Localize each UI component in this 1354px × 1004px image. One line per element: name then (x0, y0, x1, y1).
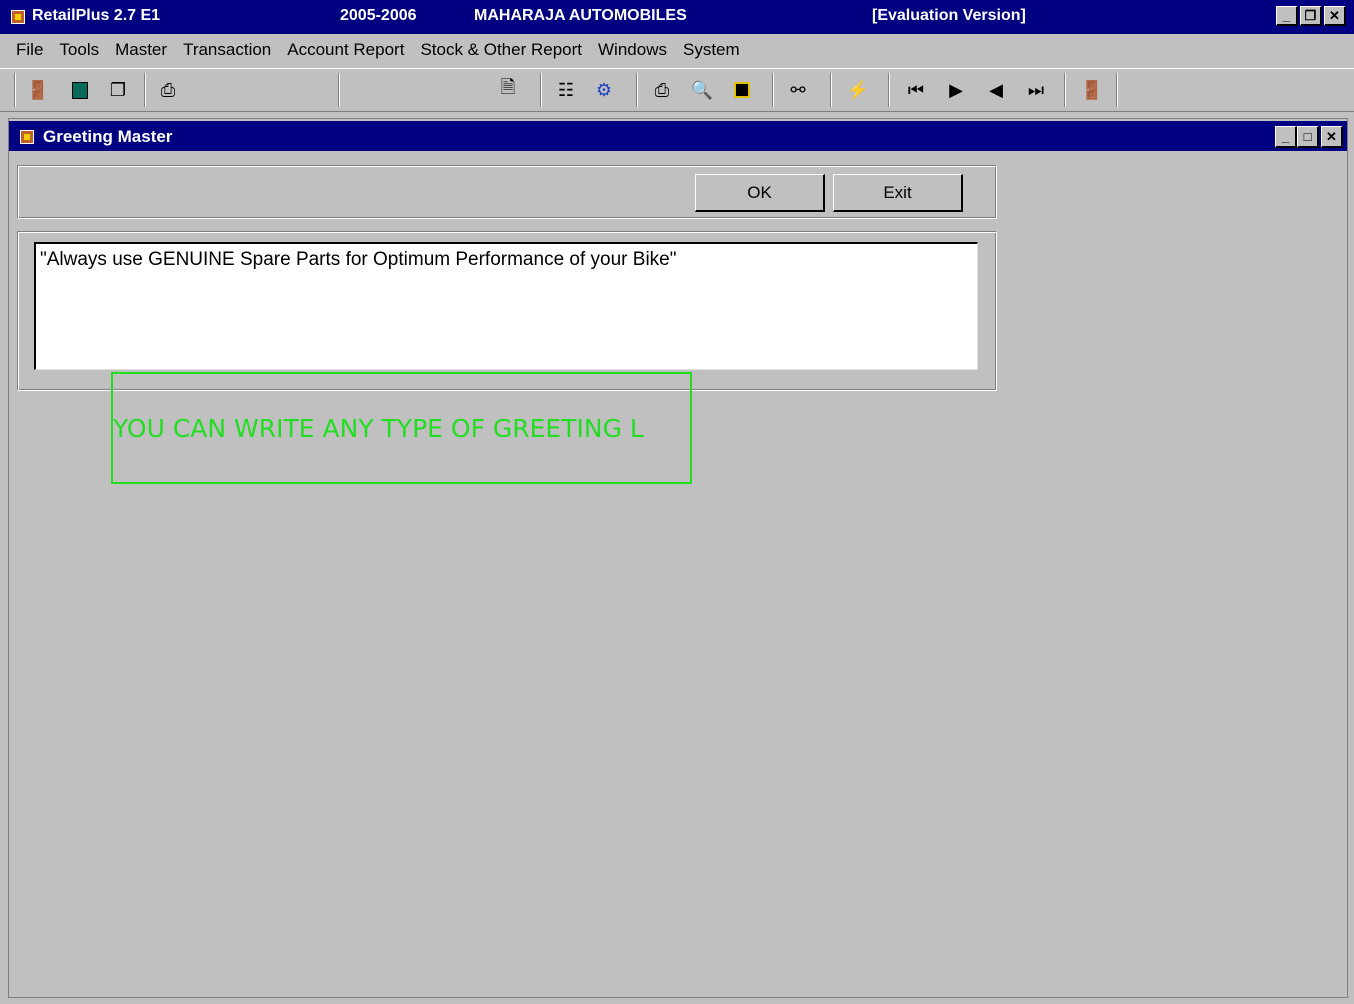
print-icon[interactable]: ⎙ (650, 78, 674, 102)
annotation-box: YOU CAN WRITE ANY TYPE OF GREETING L (111, 372, 692, 484)
greeting-textarea[interactable]: "Always use GENUINE Spare Parts for Opti… (34, 242, 978, 370)
toolbar-separator (636, 73, 638, 107)
toolbar-separator (1064, 73, 1066, 107)
menu-stock-other-report[interactable]: Stock & Other Report (412, 40, 590, 60)
toolbar: 🚪 ❐ ⎙ 🗎 ☷ ⚙ ⎙ 🔍 ⚯ ⚡ ⏮ ▶ ◀ ⏭ 🚪 (0, 68, 1354, 112)
toolbar-separator (1116, 73, 1118, 107)
print-icon[interactable]: ⎙ (156, 78, 180, 102)
last-record-icon[interactable]: ⏭ (1024, 78, 1048, 102)
button-panel: OK Exit (17, 165, 997, 219)
window-logo-icon (20, 130, 34, 144)
minimize-icon[interactable]: _ (1276, 6, 1298, 26)
menu-tools[interactable]: Tools (51, 40, 107, 60)
close-icon[interactable]: ✕ (1324, 6, 1346, 26)
menu-windows[interactable]: Windows (590, 40, 675, 60)
find-icon[interactable]: ⚯ (786, 78, 810, 102)
restore-icon[interactable]: ❐ (1300, 6, 1322, 26)
menu-transaction[interactable]: Transaction (175, 40, 279, 60)
close-icon[interactable]: ✕ (1321, 126, 1343, 148)
print-preview-icon[interactable]: 🔍 (690, 78, 714, 102)
menu-system[interactable]: System (675, 40, 748, 60)
save-icon[interactable] (730, 78, 754, 102)
toolbar-separator (540, 73, 542, 107)
menu-account-report[interactable]: Account Report (279, 40, 412, 60)
first-record-icon[interactable]: ⏮ (904, 78, 928, 102)
greeting-panel: "Always use GENUINE Spare Parts for Opti… (17, 231, 997, 391)
edition-label: [Evaluation Version] (872, 7, 1026, 24)
window-title: Greeting Master (43, 127, 173, 146)
toolbar-separator (772, 73, 774, 107)
exit-button[interactable]: Exit (833, 174, 963, 212)
toolbar-separator (830, 73, 832, 107)
calculator-icon[interactable] (68, 78, 92, 102)
greeting-master-window: Greeting Master _ □ ✕ OK Exit "Always us… (8, 118, 1348, 998)
exit-door-icon[interactable]: 🚪 (1080, 78, 1104, 102)
menu-bar: File Tools Master Transaction Account Re… (0, 34, 1354, 66)
app-logo-icon (11, 10, 25, 24)
exit-door-icon[interactable]: 🚪 (26, 78, 50, 102)
refresh-icon[interactable]: ⚡ (846, 78, 870, 102)
grid-icon[interactable]: ☷ (554, 78, 578, 102)
financial-year: 2005-2006 (340, 7, 417, 24)
app-name: RetailPlus 2.7 E1 (32, 7, 161, 24)
bicycle-icon[interactable]: ⚙ (592, 78, 616, 102)
company-name: MAHARAJA AUTOMOBILES (474, 7, 687, 24)
app-title-bar: RetailPlus 2.7 E1 2005-2006 MAHARAJA AUT… (0, 0, 1354, 34)
menu-file[interactable]: File (0, 40, 51, 60)
minimize-icon[interactable]: _ (1275, 126, 1297, 148)
ok-button[interactable]: OK (695, 174, 825, 212)
copy-icon[interactable]: ❐ (106, 78, 130, 102)
menu-master[interactable]: Master (107, 40, 175, 60)
window-title-bar: Greeting Master _ □ ✕ (9, 121, 1347, 151)
toolbar-separator (144, 73, 146, 107)
annotation-text: YOU CAN WRITE ANY TYPE OF GREETING L (113, 414, 644, 443)
previous-record-icon[interactable]: ◀ (984, 78, 1008, 102)
toolbar-separator (14, 73, 16, 107)
toolbar-separator (338, 73, 340, 107)
next-record-icon[interactable]: ▶ (944, 78, 968, 102)
maximize-icon[interactable]: □ (1297, 126, 1319, 148)
window-controls: _ □ ✕ (1275, 126, 1343, 148)
app-window-controls: _ ❐ ✕ (1276, 6, 1346, 26)
toolbar-separator (888, 73, 890, 107)
new-document-icon[interactable]: 🗎 (496, 77, 520, 102)
